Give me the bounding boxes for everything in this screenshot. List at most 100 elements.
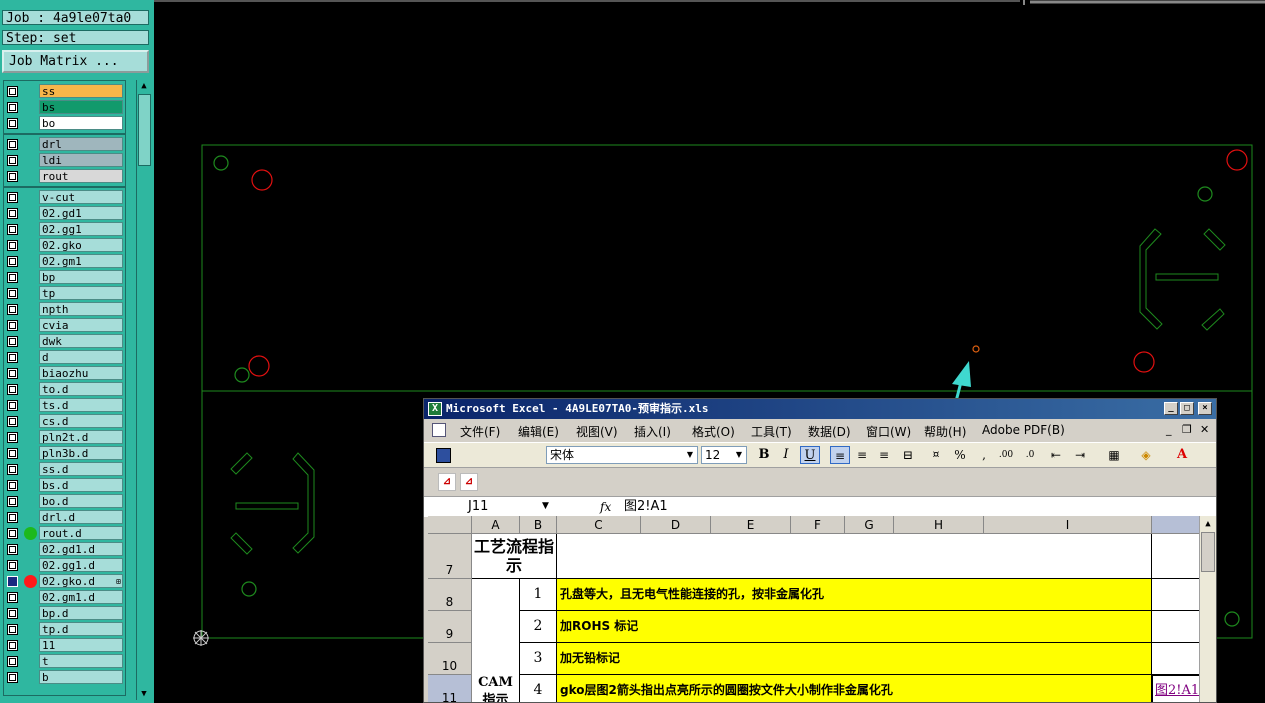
name-box[interactable]: J11 ▼	[430, 498, 554, 515]
layer-row-bo[interactable]: bo	[4, 116, 125, 131]
merge-center-icon[interactable]: ⊟	[898, 446, 918, 464]
layer-name[interactable]: rout.d	[39, 526, 123, 540]
layer-name[interactable]: 02.gm1.d	[39, 590, 123, 604]
item-text[interactable]: 孔盘等大，且无电气性能连接的孔，按非金属化孔	[557, 579, 1152, 611]
layer-row-02.gko.d[interactable]: 02.gko.d ⊞	[4, 574, 125, 589]
comma-icon[interactable]: ,	[974, 446, 994, 464]
layer-name[interactable]: pln3b.d	[39, 446, 123, 460]
layer-row-d[interactable]: d	[4, 350, 125, 365]
layer-checkbox[interactable]	[7, 544, 18, 555]
layer-name[interactable]: tp	[39, 286, 123, 300]
column-header-A[interactable]: A	[472, 516, 520, 534]
layer-checkbox[interactable]	[7, 384, 18, 395]
align-left-icon[interactable]: ≡	[830, 446, 850, 464]
layer-row-drl[interactable]: drl	[4, 137, 125, 152]
row-header-11[interactable]: 11	[428, 675, 472, 702]
pdf-email-icon[interactable]: ⊿	[460, 473, 478, 491]
select-all-corner[interactable]	[428, 516, 472, 534]
layer-checkbox[interactable]	[7, 240, 18, 251]
layer-checkbox[interactable]	[7, 102, 18, 113]
restore-doc-button[interactable]: ❐	[1182, 423, 1192, 436]
layer-name[interactable]: t	[39, 654, 123, 668]
decrease-decimal-icon[interactable]: .0	[1020, 446, 1040, 464]
column-header-H[interactable]: H	[894, 516, 984, 534]
align-right-icon[interactable]: ≡	[874, 446, 894, 464]
align-center-icon[interactable]: ≡	[852, 446, 872, 464]
layer-checkbox[interactable]	[7, 171, 18, 182]
layer-row-ss[interactable]: ss	[4, 84, 125, 99]
layer-row-02.gko[interactable]: 02.gko	[4, 238, 125, 253]
layer-checkbox[interactable]	[7, 368, 18, 379]
font-size-combo[interactable]: 12 ▼	[701, 446, 747, 464]
layer-name[interactable]: d	[39, 350, 123, 364]
layer-checkbox[interactable]	[7, 288, 18, 299]
fill-color-icon[interactable]: ◈	[1136, 446, 1156, 464]
layer-row-drl.d[interactable]: drl.d	[4, 510, 125, 525]
row-header-8[interactable]: 8	[428, 579, 472, 611]
menu-item-1[interactable]: 编辑(E)	[518, 423, 559, 440]
layer-checkbox[interactable]	[7, 272, 18, 283]
layer-name[interactable]: ss.d	[39, 462, 123, 476]
layer-name[interactable]: bo	[39, 116, 123, 130]
layer-scrollbar[interactable]: ▲ ▼	[136, 80, 151, 700]
item-number[interactable]: 4	[520, 675, 557, 702]
column-header-E[interactable]: E	[711, 516, 791, 534]
layer-row-ldi[interactable]: ldi	[4, 153, 125, 168]
layer-row-bs.d[interactable]: bs.d	[4, 478, 125, 493]
layer-name[interactable]: 02.gko.d	[39, 574, 123, 588]
layer-row-pln2t.d[interactable]: pln2t.d	[4, 430, 125, 445]
layer-checkbox[interactable]	[7, 432, 18, 443]
layer-checkbox[interactable]	[7, 624, 18, 635]
layer-checkbox[interactable]	[7, 224, 18, 235]
menu-item-3[interactable]: 插入(I)	[634, 423, 671, 440]
layer-checkbox[interactable]	[7, 576, 18, 587]
layer-name[interactable]: 02.gd1	[39, 206, 123, 220]
layer-checkbox[interactable]	[7, 320, 18, 331]
layer-checkbox[interactable]	[7, 464, 18, 475]
row-header-10[interactable]: 10	[428, 643, 472, 675]
layer-checkbox[interactable]	[7, 155, 18, 166]
percent-icon[interactable]: %	[950, 446, 970, 464]
layer-row-rout.d[interactable]: rout.d	[4, 526, 125, 541]
layer-row-v-cut[interactable]: v-cut	[4, 190, 125, 205]
layer-name[interactable]: bp	[39, 270, 123, 284]
menu-item-2[interactable]: 视图(V)	[576, 423, 618, 440]
layer-name[interactable]: pln2t.d	[39, 430, 123, 444]
item-text[interactable]: 加无铅标记	[557, 643, 1152, 675]
layer-name[interactable]: bo.d	[39, 494, 123, 508]
layer-row-pln3b.d[interactable]: pln3b.d	[4, 446, 125, 461]
layer-checkbox[interactable]	[7, 416, 18, 427]
column-header-D[interactable]: D	[641, 516, 711, 534]
sheet-scrollbar[interactable]: ▲	[1199, 516, 1216, 702]
layer-checkbox[interactable]	[7, 656, 18, 667]
layer-checkbox[interactable]	[7, 448, 18, 459]
menu-item-5[interactable]: 工具(T)	[751, 423, 792, 440]
borders-icon[interactable]: ▦	[1104, 446, 1124, 464]
layer-name[interactable]: drl	[39, 137, 123, 151]
cell-a7[interactable]: 工艺流程指示	[472, 534, 557, 579]
layer-row-b[interactable]: b	[4, 670, 125, 685]
layer-name[interactable]: ts.d	[39, 398, 123, 412]
layer-name[interactable]: bp.d	[39, 606, 123, 620]
scroll-down-icon[interactable]: ▼	[137, 688, 151, 700]
layer-name[interactable]: b	[39, 670, 123, 684]
font-name-combo[interactable]: 宋体 ▼	[546, 446, 698, 464]
layer-row-to.d[interactable]: to.d	[4, 382, 125, 397]
row-header-7[interactable]: 7	[428, 534, 472, 579]
layer-checkbox[interactable]	[7, 304, 18, 315]
layer-row-cvia[interactable]: cvia	[4, 318, 125, 333]
layer-checkbox[interactable]	[7, 118, 18, 129]
layer-checkbox[interactable]	[7, 608, 18, 619]
layer-checkbox[interactable]	[7, 560, 18, 571]
item-text[interactable]: 加ROHS 标记	[557, 611, 1152, 643]
menu-item-7[interactable]: 窗口(W)	[866, 423, 911, 440]
scroll-thumb[interactable]	[1201, 532, 1215, 572]
layer-row-tp[interactable]: tp	[4, 286, 125, 301]
increase-indent-icon[interactable]: ⇥	[1070, 446, 1090, 464]
layer-checkbox[interactable]	[7, 192, 18, 203]
close-button[interactable]: ×	[1198, 402, 1212, 415]
layer-name[interactable]: dwk	[39, 334, 123, 348]
layer-name[interactable]: npth	[39, 302, 123, 316]
spreadsheet-grid[interactable]: A B C D E F G H I 7 8 9 10 11 工艺流程指示 CAM指示 1 孔盘等大，且无电气性能连…	[428, 516, 1216, 702]
layer-row-bs[interactable]: bs	[4, 100, 125, 115]
